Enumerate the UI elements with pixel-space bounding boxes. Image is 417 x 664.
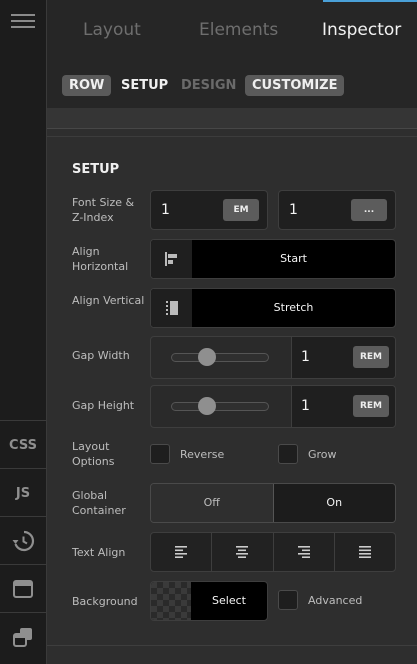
reverse-label: Reverse [180, 448, 225, 461]
active-tab-indicator [323, 0, 417, 2]
css-label: CSS [9, 437, 37, 453]
gap-height-input[interactable]: 1 REM [291, 386, 395, 427]
history-icon [12, 530, 35, 552]
history-button[interactable] [0, 523, 46, 559]
text-align-center-button[interactable] [212, 533, 274, 571]
z-index-more-button[interactable]: ... [351, 199, 387, 221]
subtab-setup[interactable]: SETUP [114, 75, 175, 96]
subtab-row[interactable]: ROW [62, 75, 112, 96]
gap-width-slider[interactable] [151, 337, 291, 378]
js-label: JS [15, 485, 31, 501]
align-vertical-value: Stretch [273, 301, 314, 314]
text-align-justify-button[interactable] [335, 533, 395, 571]
align-vertical-label: Align Vertical [72, 294, 145, 307]
rail-divider [0, 516, 46, 517]
grow-checkbox[interactable] [278, 444, 298, 464]
panel-button[interactable] [0, 571, 46, 607]
advanced-checkbox[interactable] [278, 590, 298, 610]
inspector-panel: Layout Elements Inspector ROW SETUP DESI… [47, 0, 417, 664]
reverse-checkbox[interactable] [150, 444, 170, 464]
rail-divider [0, 564, 46, 565]
gap-width-label: Gap Width [72, 349, 130, 362]
align-center-icon [236, 546, 249, 558]
rail-divider [0, 420, 46, 421]
align-horizontal-value: Start [280, 252, 307, 265]
transparency-swatch [151, 582, 191, 620]
align-justify-icon [358, 546, 371, 558]
align-start-icon [151, 240, 192, 278]
gap-height-unit-button[interactable]: REM [353, 395, 389, 417]
font-size-input[interactable]: 1 EM [150, 190, 268, 230]
text-align-left-button[interactable] [151, 533, 213, 571]
global-container-on[interactable]: On [273, 484, 395, 522]
tab-elements[interactable]: Elements [199, 20, 278, 40]
background-label: Background [72, 595, 138, 608]
slider-thumb[interactable] [198, 348, 217, 366]
top-tab-bar: Layout Elements Inspector [47, 0, 417, 62]
global-container-off[interactable]: Off [151, 484, 274, 522]
text-align-label: Text Align [72, 546, 126, 559]
subtab-design[interactable]: DESIGN [174, 75, 243, 96]
rail-divider [0, 468, 46, 469]
left-rail: CSS JS [0, 0, 47, 664]
gap-height-control: 1 REM [150, 385, 396, 428]
gap-width-value: 1 [301, 349, 310, 365]
align-horizontal-select[interactable]: Start [150, 239, 396, 279]
advanced-label: Advanced [308, 594, 363, 607]
gap-height-value: 1 [301, 398, 310, 414]
align-stretch-icon [151, 289, 192, 327]
z-index-value: 1 [289, 202, 298, 218]
layout-options-label: Layout Options [72, 440, 115, 468]
align-horizontal-label: Align Horizontal [72, 245, 129, 273]
align-right-icon [297, 546, 310, 558]
global-container-toggle: Off On [150, 483, 396, 523]
text-align-group [150, 532, 396, 572]
align-vertical-select[interactable]: Stretch [150, 288, 396, 328]
copy-layers-icon [13, 628, 32, 647]
gap-height-label: Gap Height [72, 399, 135, 412]
text-align-right-button[interactable] [274, 533, 335, 571]
gap-height-slider[interactable] [151, 386, 291, 427]
font-size-unit-button[interactable]: EM [223, 199, 259, 221]
grow-label: Grow [308, 448, 337, 461]
slider-track [171, 402, 269, 411]
slider-thumb[interactable] [198, 397, 217, 415]
tab-inspector[interactable]: Inspector [322, 20, 401, 40]
js-button[interactable]: JS [0, 475, 46, 511]
rail-divider [0, 612, 46, 613]
sub-tab-bar: ROW SETUP DESIGN CUSTOMIZE [47, 62, 417, 108]
background-select: Select [212, 594, 246, 607]
layers-button[interactable] [0, 619, 46, 655]
gap-width-control: 1 REM [150, 336, 396, 379]
align-left-icon [175, 546, 188, 558]
font-size-value: 1 [161, 202, 170, 218]
panel-bottom-divider [47, 645, 417, 646]
z-index-input[interactable]: 1 ... [278, 190, 396, 230]
section-title: SETUP [72, 162, 120, 177]
window-icon [13, 580, 33, 598]
subtab-customize[interactable]: CUSTOMIZE [245, 75, 345, 96]
slider-track [171, 353, 269, 362]
hamburger-menu-icon[interactable] [0, 8, 46, 34]
font-size-label: Font Size & Z-Index [72, 196, 135, 224]
setup-section: SETUP Font Size & Z-Index 1 EM 1 ... Ali… [47, 136, 417, 646]
gap-width-unit-button[interactable]: REM [353, 346, 389, 368]
gap-width-input[interactable]: 1 REM [291, 337, 395, 378]
tab-layout[interactable]: Layout [83, 20, 141, 40]
background-picker[interactable]: Select [150, 581, 268, 621]
section-spacer [47, 108, 417, 129]
global-container-label: Global Container [72, 489, 126, 517]
css-button[interactable]: CSS [0, 427, 46, 463]
